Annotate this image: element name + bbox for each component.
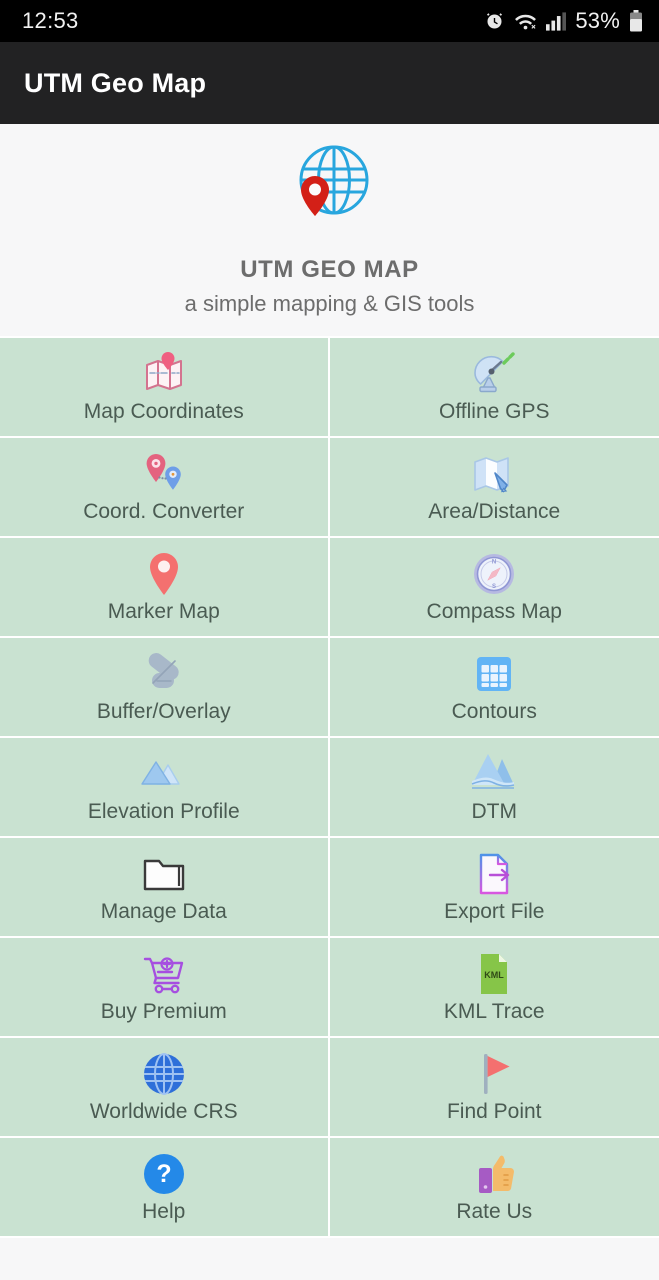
menu-item-label: Buffer/Overlay <box>97 700 231 723</box>
grid-icon <box>471 651 517 697</box>
menu-item-manage-data[interactable]: Manage Data <box>0 838 330 938</box>
menu-item-contours[interactable]: Contours <box>330 638 659 738</box>
menu-item-label: Compass Map <box>427 600 562 623</box>
file-export-icon <box>471 851 517 897</box>
brand-subtitle: a simple mapping & GIS tools <box>185 291 475 317</box>
terrain-icon <box>471 751 517 797</box>
battery-icon <box>629 10 643 32</box>
svg-text:N: N <box>492 559 496 565</box>
menu-item-label: DTM <box>472 800 518 823</box>
thumbs-up-icon <box>471 1151 517 1197</box>
alarm-icon <box>484 11 505 32</box>
menu-item-elevation-profile[interactable]: Elevation Profile <box>0 738 330 838</box>
app-root: 12:53 <box>0 0 659 1280</box>
menu-item-label: Export File <box>444 900 544 923</box>
menu-item-label: Buy Premium <box>101 1000 227 1023</box>
globe-icon <box>141 1051 187 1097</box>
svg-text:?: ? <box>156 1160 171 1188</box>
wifi-icon <box>514 11 537 31</box>
satellite-dish-icon <box>471 351 517 397</box>
menu-item-dtm[interactable]: DTM <box>330 738 659 838</box>
map-pin-icon <box>141 351 187 397</box>
menu-item-label: Area/Distance <box>428 500 560 523</box>
menu-item-label: Rate Us <box>456 1200 532 1223</box>
menu-item-kml-trace[interactable]: KML KML Trace <box>330 938 659 1038</box>
bottom-spacer <box>0 1238 659 1280</box>
kml-file-icon: KML <box>471 951 517 997</box>
app-bar: UTM Geo Map <box>0 42 659 124</box>
status-bar: 12:53 <box>0 0 659 42</box>
menu-item-worldwide-crs[interactable]: Worldwide CRS <box>0 1038 330 1138</box>
mountains-icon <box>141 751 187 797</box>
signal-icon <box>546 12 566 31</box>
battery-percent-label: 53% <box>575 8 620 34</box>
menu-item-help[interactable]: ? Help <box>0 1138 330 1238</box>
menu-item-compass-map[interactable]: N S Compass Map <box>330 538 659 638</box>
menu-item-label: Find Point <box>447 1100 542 1123</box>
marker-icon <box>141 551 187 597</box>
menu-item-marker-map[interactable]: Marker Map <box>0 538 330 638</box>
page-title: UTM Geo Map <box>24 68 206 99</box>
menu-item-label: Marker Map <box>108 600 220 623</box>
status-bar-time: 12:53 <box>22 8 79 34</box>
menu-item-map-coordinates[interactable]: Map Coordinates <box>0 338 330 438</box>
svg-text:KML: KML <box>485 970 505 980</box>
menu-item-export-file[interactable]: Export File <box>330 838 659 938</box>
menu-item-label: Manage Data <box>101 900 227 923</box>
menu-item-coord-converter[interactable]: Coord. Converter <box>0 438 330 538</box>
menu-item-label: Elevation Profile <box>88 800 240 823</box>
svg-text:S: S <box>492 584 496 590</box>
menu-item-rate-us[interactable]: Rate Us <box>330 1138 659 1238</box>
flag-icon <box>471 1051 517 1097</box>
shopping-cart-icon <box>141 951 187 997</box>
menu-item-label: Worldwide CRS <box>90 1100 238 1123</box>
globe-pin-logo <box>282 138 378 234</box>
two-pins-icon <box>141 451 187 497</box>
menu-item-offline-gps[interactable]: Offline GPS <box>330 338 659 438</box>
compass-icon: N S <box>471 551 517 597</box>
menu-item-label: KML Trace <box>444 1000 545 1023</box>
menu-grid: Map Coordinates Offline GPS <box>0 336 659 1238</box>
folder-icon <box>141 851 187 897</box>
menu-item-label: Map Coordinates <box>84 400 244 423</box>
menu-item-area-distance[interactable]: Area/Distance <box>330 438 659 538</box>
map-pencil-icon <box>471 451 517 497</box>
question-circle-icon: ? <box>141 1151 187 1197</box>
menu-item-find-point[interactable]: Find Point <box>330 1038 659 1138</box>
status-bar-icons: 53% <box>484 8 643 34</box>
menu-item-buffer-overlay[interactable]: Buffer/Overlay <box>0 638 330 738</box>
buffer-shape-icon <box>141 651 187 697</box>
brand-header: UTM GEO MAP a simple mapping & GIS tools <box>0 124 659 336</box>
menu-item-label: Contours <box>452 700 537 723</box>
brand-name: UTM GEO MAP <box>240 256 419 284</box>
menu-item-buy-premium[interactable]: Buy Premium <box>0 938 330 1038</box>
menu-item-label: Offline GPS <box>439 400 550 423</box>
menu-item-label: Help <box>142 1200 185 1223</box>
menu-item-label: Coord. Converter <box>83 500 244 523</box>
